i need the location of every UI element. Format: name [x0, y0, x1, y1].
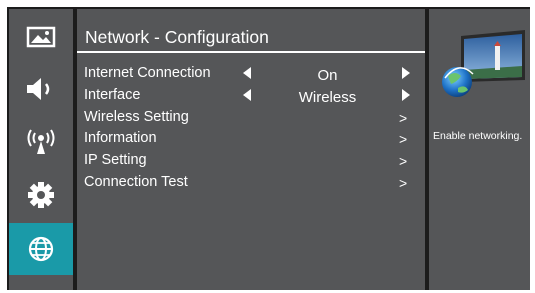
selector-value: On: [317, 67, 338, 84]
row-label: Connection Test: [84, 174, 188, 190]
chevron-right-icon: >: [399, 175, 408, 191]
arrow-right-icon[interactable]: [402, 67, 410, 79]
chevron-right-icon: >: [399, 131, 408, 147]
settings-gear-icon: [28, 182, 54, 208]
selector-value: Wireless: [298, 89, 357, 106]
page-title: Network - Configuration: [85, 27, 269, 47]
help-panel: Enable networking.: [429, 9, 530, 290]
sidebar: [9, 9, 73, 290]
row-label: IP Setting: [84, 152, 147, 168]
arrow-left-icon[interactable]: [243, 67, 251, 79]
sidebar-item-settings[interactable]: [9, 169, 73, 221]
config-panel: Network - Configuration Internet Connect…: [77, 9, 425, 290]
row-interface[interactable]: Interface Wireless: [77, 85, 425, 106]
row-wireless-setting[interactable]: Wireless Setting >: [77, 107, 425, 128]
sidebar-item-picture[interactable]: [9, 11, 73, 63]
row-label: Internet Connection: [84, 65, 211, 81]
sidebar-item-network[interactable]: [9, 223, 73, 275]
wireless-icon: [27, 129, 55, 154]
arrow-right-icon[interactable]: [402, 89, 410, 101]
row-information[interactable]: Information >: [77, 128, 425, 149]
sound-icon: [27, 78, 50, 100]
row-internet-connection[interactable]: Internet Connection On: [77, 63, 425, 84]
chevron-right-icon: >: [399, 153, 408, 169]
network-globe-icon: [28, 236, 54, 262]
chevron-right-icon: >: [399, 110, 408, 126]
title-divider: [77, 51, 425, 53]
row-label: Interface: [84, 87, 141, 103]
row-label: Wireless Setting: [84, 109, 189, 125]
help-text: Enable networking.: [433, 130, 523, 142]
sidebar-item-sound[interactable]: [9, 63, 73, 115]
network-globe-tv-icon: [442, 30, 525, 97]
row-ip-setting[interactable]: IP Setting >: [77, 150, 425, 171]
picture-icon: [26, 26, 56, 48]
row-label: Information: [84, 130, 157, 146]
row-connection-test[interactable]: Connection Test >: [77, 172, 425, 193]
sidebar-item-wireless[interactable]: [9, 115, 73, 167]
arrow-left-icon[interactable]: [243, 89, 251, 101]
